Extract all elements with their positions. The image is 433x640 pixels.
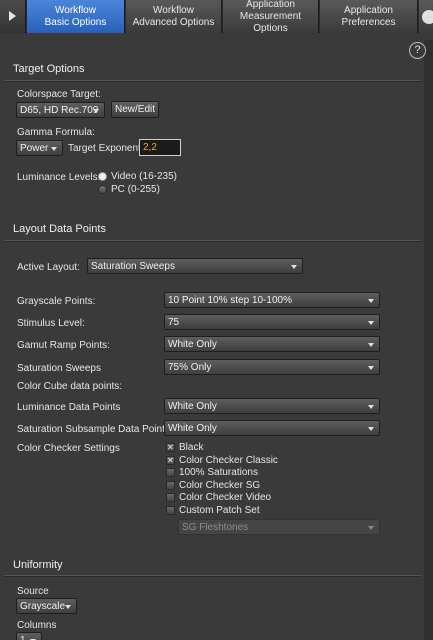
stimulus-level-dropdown[interactable]: 75 xyxy=(164,314,380,330)
columns-label: Columns xyxy=(17,620,57,631)
saturation-sweeps-value: 75% Only xyxy=(168,362,212,373)
grayscale-points-label: Grayscale Points: xyxy=(17,296,96,307)
checkbox-100-saturations-label: 100% Saturations xyxy=(179,467,258,478)
stimulus-level-value: 75 xyxy=(168,317,180,328)
checkbox-color-checker-classic[interactable] xyxy=(166,455,175,466)
chevron-down-icon xyxy=(368,526,374,530)
saturation-subsample-dropdown[interactable]: White Only xyxy=(164,420,380,436)
radio-video[interactable] xyxy=(98,172,107,181)
luminance-data-points-dropdown[interactable]: White Only xyxy=(164,398,380,414)
saturation-sweeps-label: Saturation Sweeps xyxy=(17,363,101,374)
section-title-target-options: Target Options xyxy=(13,63,85,75)
tab-line1: Application xyxy=(246,0,295,10)
columns-value: 1 xyxy=(20,635,26,640)
tab-application-preferences[interactable]: Application Preferences xyxy=(320,0,418,33)
colorspace-label: Colorspace Target: xyxy=(17,89,101,100)
checkbox-black[interactable] xyxy=(166,442,175,453)
section-title-uniformity: Uniformity xyxy=(13,559,63,571)
source-value: Grayscale xyxy=(20,601,66,612)
chevron-down-icon xyxy=(291,265,297,269)
exponent-label: Target Exponent xyxy=(68,143,141,154)
tab-line1: Workflow xyxy=(55,4,96,16)
stimulus-level-label: Stimulus Level: xyxy=(17,318,85,329)
gamma-dropdown[interactable]: Power xyxy=(16,140,63,156)
radio-pc-label: PC (0-255) xyxy=(111,184,160,195)
play-arrow-icon[interactable] xyxy=(0,0,26,33)
section-title-layout-data-points: Layout Data Points xyxy=(13,223,106,235)
tab-workflow-basic[interactable]: Workflow Basic Options xyxy=(27,0,125,33)
tab-line2: Preferences xyxy=(341,16,396,28)
tab-workflow-advanced[interactable]: Workflow Advanced Options xyxy=(126,0,222,33)
radio-video-label: Video (16-235) xyxy=(111,171,177,182)
tab-line1: Workflow xyxy=(153,4,194,16)
luminance-data-points-value: White Only xyxy=(168,401,217,412)
gamut-ramp-label: Gamut Ramp Points: xyxy=(17,340,110,351)
checkbox-color-checker-video[interactable] xyxy=(166,493,175,502)
chevron-down-icon xyxy=(51,147,57,151)
new-edit-button[interactable]: New/Edit xyxy=(111,101,159,118)
checkbox-black-label: Black xyxy=(179,442,204,453)
checkbox-custom-patch-set-label: Custom Patch Set xyxy=(179,505,260,516)
chevron-down-icon xyxy=(368,321,374,325)
checkbox-100-saturations[interactable] xyxy=(166,468,175,477)
radio-pc[interactable] xyxy=(98,185,107,194)
checkbox-color-checker-video-label: Color Checker Video xyxy=(179,492,272,503)
chevron-down-icon xyxy=(368,299,374,303)
active-layout-dropdown[interactable]: Saturation Sweeps xyxy=(87,258,303,274)
exponent-input[interactable]: 2,2 xyxy=(139,139,181,156)
divider xyxy=(4,80,421,81)
tab-line1: Application xyxy=(344,4,393,16)
color-cube-label: Color Cube data points: xyxy=(17,381,123,392)
active-layout-value: Saturation Sweeps xyxy=(91,261,175,272)
checkbox-color-checker-classic-label: Color Checker Classic xyxy=(179,455,278,466)
tab-bar: Workflow Basic Options Workflow Advanced… xyxy=(0,0,433,34)
chevron-down-icon xyxy=(368,405,374,409)
tab-scroll-right-icon[interactable] xyxy=(419,0,433,33)
chevron-down-icon xyxy=(368,366,374,370)
gamut-ramp-value: White Only xyxy=(168,339,217,350)
chevron-down-icon xyxy=(368,427,374,431)
grayscale-points-value: 10 Point 10% step 10-100% xyxy=(168,295,292,306)
patch-set-value: SG Fleshtones xyxy=(182,522,249,533)
luminance-levels-label: Luminance Levels: xyxy=(17,172,101,183)
chevron-down-icon xyxy=(368,343,374,347)
vertical-scrollbar[interactable] xyxy=(424,40,433,640)
color-checker-settings-label: Color Checker Settings xyxy=(17,443,120,454)
gamma-label: Gamma Formula: xyxy=(17,127,95,138)
checkbox-color-checker-sg-label: Color Checker SG xyxy=(179,480,261,491)
help-icon[interactable]: ? xyxy=(409,42,426,59)
source-dropdown[interactable]: Grayscale xyxy=(16,598,77,614)
columns-dropdown[interactable]: 1 xyxy=(16,632,42,640)
checkbox-color-checker-sg[interactable] xyxy=(166,481,175,490)
tab-line2: Basic Options xyxy=(44,16,107,28)
chevron-down-icon xyxy=(93,109,99,113)
patch-set-dropdown[interactable]: SG Fleshtones xyxy=(178,519,380,535)
active-layout-label: Active Layout: xyxy=(17,262,80,273)
checkbox-custom-patch-set[interactable] xyxy=(166,506,175,515)
tab-line2: Measurement Options xyxy=(239,10,302,34)
colorspace-value: D65, HD Rec.709 xyxy=(20,105,99,116)
gamma-value: Power xyxy=(20,143,49,154)
divider xyxy=(4,240,421,241)
chevron-down-icon xyxy=(65,605,71,609)
divider xyxy=(4,575,421,576)
grayscale-points-dropdown[interactable]: 10 Point 10% step 10-100% xyxy=(164,292,380,308)
luminance-data-points-label: Luminance Data Points xyxy=(17,402,121,413)
tab-line2: Advanced Options xyxy=(132,16,215,28)
gamut-ramp-dropdown[interactable]: White Only xyxy=(164,336,380,352)
tab-application-measurement[interactable]: Application Measurement Options xyxy=(223,0,319,34)
colorspace-dropdown[interactable]: D65, HD Rec.709 xyxy=(16,102,105,118)
saturation-subsample-value: White Only xyxy=(168,423,217,434)
saturation-subsample-label: Saturation Subsample Data Points xyxy=(17,424,170,435)
saturation-sweeps-dropdown[interactable]: 75% Only xyxy=(164,359,380,375)
source-label: Source xyxy=(17,586,49,597)
